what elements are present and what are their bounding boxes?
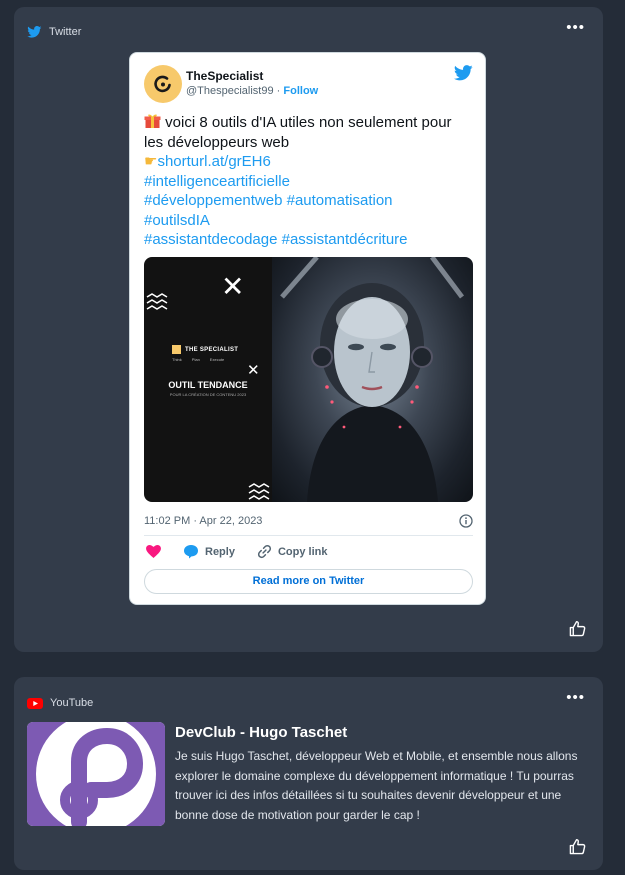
channel-thumbnail[interactable] [27,722,165,826]
tweet-media[interactable]: ✕ THE SPECIALIST Think Plan Execute ✕ OU… [144,257,473,502]
wave-decoration-icon [248,483,270,500]
copy-link-label: Copy link [277,545,328,558]
timestamp-row: 11:02 PM · Apr 22, 2023 [144,514,473,528]
specialist-logo-icon [154,75,171,93]
avatar[interactable] [144,65,182,103]
card-source-header: Twitter [27,26,81,38]
card-source-header: YouTube [27,697,93,709]
brand-logo-icon [172,345,181,354]
robot-face-illustration [280,257,464,502]
promo-cols: Think Plan Execute [172,357,225,362]
author-meta: @Thespecialist99 · Follow [186,85,318,97]
info-icon[interactable] [459,514,473,528]
promo-brand-row: THE SPECIALIST [172,345,238,354]
pointing-hand-emoji-icon: ☛ [144,153,158,170]
youtube-embed-card: YouTube ••• DevClub - Hugo Taschet Je su… [14,677,603,870]
reply-label: Reply [205,545,235,558]
author-name[interactable]: TheSpecialist [186,69,263,83]
heart-icon [146,545,161,558]
twitter-bird-icon [27,26,42,38]
thumbs-up-icon[interactable] [569,838,586,855]
divider [144,535,473,536]
twitter-embed-card: Twitter ••• TheSpecialist @Thespecialist… [14,7,603,652]
hashtag-line[interactable]: #développementweb #automatisation [144,191,474,211]
twitter-bird-icon[interactable] [454,65,473,81]
embedded-tweet: TheSpecialist @Thespecialist99 · Follow … [129,52,486,605]
media-promo-panel: ✕ THE SPECIALIST Think Plan Execute ✕ OU… [144,257,272,502]
thumbs-up-icon[interactable] [569,620,586,637]
small-x-icon: ✕ [247,362,260,379]
tweet-link[interactable]: ☛shorturl.at/grEH6 [144,152,474,172]
reply-bubble-icon [184,545,198,559]
source-label: Twitter [49,26,82,38]
promo-headline: OUTIL TENDANCE [168,380,248,390]
more-options-icon[interactable]: ••• [566,690,585,705]
tweet-actions: Reply Copy link [146,544,349,559]
copy-link-button[interactable]: Copy link [257,544,328,559]
hashtag-line[interactable]: #outilsdIA [144,211,474,231]
timestamp[interactable]: 11:02 PM · Apr 22, 2023 [144,515,262,527]
close-x-icon: ✕ [221,271,245,302]
wave-decoration-icon [146,293,168,310]
gift-emoji-icon [144,114,161,128]
more-options-icon[interactable]: ••• [566,20,585,35]
devclub-logo [27,722,165,826]
channel-description: Je suis Hugo Taschet, développeur Web et… [175,749,578,822]
source-label: YouTube [50,697,94,709]
youtube-icon [27,697,43,709]
promo-subline: POUR LA CRÉATION DE CONTENU 2023 [169,392,247,397]
like-button[interactable] [146,545,161,558]
tweet-text: voici 8 outils d'IA utiles non seulement… [144,113,474,250]
channel-title[interactable]: DevClub - Hugo Taschet [175,724,347,741]
follow-link[interactable]: Follow [283,85,318,97]
tweet-body: voici 8 outils d'IA utiles non seulement… [144,114,452,151]
hashtag-line[interactable]: #assistantdecodage #assistantdécriture [144,230,474,250]
reply-button[interactable]: Reply [183,544,235,559]
author-handle[interactable]: @Thespecialist99 [186,85,274,97]
link-icon [257,544,272,559]
promo-brand: THE SPECIALIST [185,346,239,353]
read-more-button[interactable]: Read more on Twitter [144,569,473,594]
media-ai-portrait [272,257,473,502]
separator: · [273,85,284,97]
hashtag-line[interactable]: #intelligenceartificielle [144,172,474,192]
